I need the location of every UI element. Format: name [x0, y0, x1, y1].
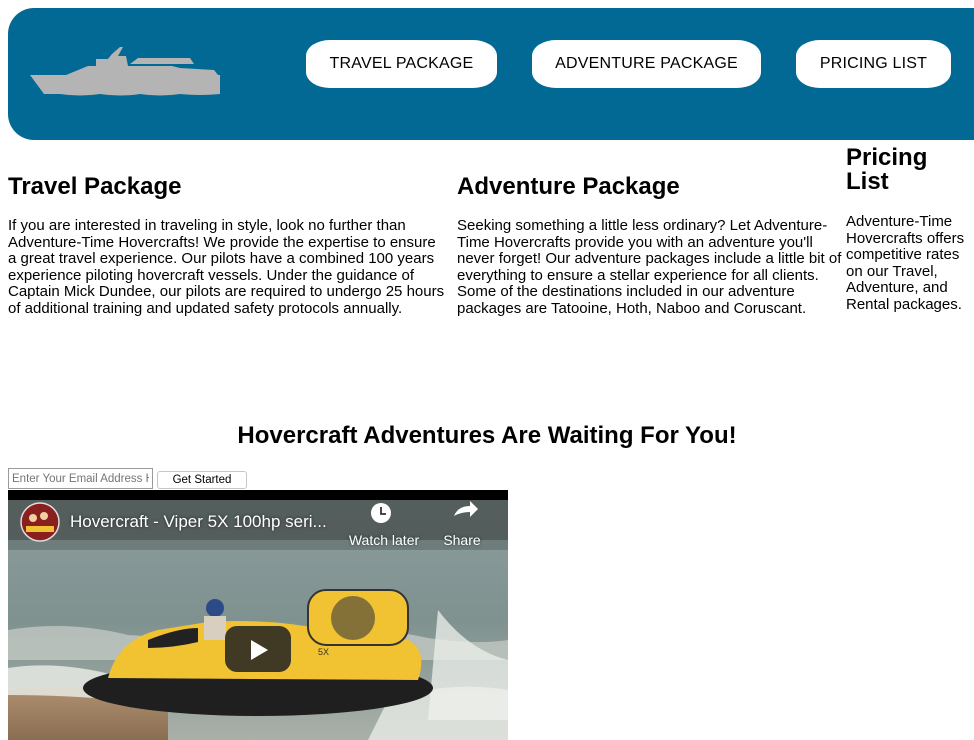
hero-title: Hovercraft Adventures Are Waiting For Yo…: [237, 422, 737, 449]
adventure-title: Adventure Package: [457, 173, 680, 200]
ship-icon: [30, 47, 220, 96]
nav-pricing-list[interactable]: PRICING LIST: [796, 40, 951, 88]
watch-later-button[interactable]: Watch later: [344, 532, 424, 548]
video-title[interactable]: Hovercraft - Viper 5X 100hp seri...: [70, 512, 327, 532]
travel-text: If you are interested in traveling in st…: [8, 217, 445, 317]
nav-travel-package[interactable]: TRAVEL PACKAGE: [306, 40, 497, 88]
share-button[interactable]: Share: [432, 532, 492, 548]
video-player[interactable]: 5X Hovercraft - Viper 5X 100hp seri... W…: [8, 490, 508, 740]
travel-section: Travel Package If you are interested in …: [8, 175, 448, 318]
email-input[interactable]: [8, 468, 153, 489]
share-label: Share: [443, 532, 481, 548]
pricing-title: Pricing List: [846, 144, 928, 195]
pricing-text: Adventure-Time Hovercrafts offers compet…: [846, 213, 965, 313]
site-header: TRAVEL PACKAGE ADVENTURE PACKAGE PRICING…: [8, 8, 974, 140]
pricing-section: Pricing List Adventure-Time Hovercrafts …: [846, 146, 966, 314]
adventure-text: Seeking something a little less ordinary…: [457, 217, 842, 317]
watch-later-label: Watch later: [348, 532, 420, 548]
adventure-section: Adventure Package Seeking something a li…: [457, 175, 845, 318]
travel-title: Travel Package: [8, 173, 182, 200]
svg-text:5X: 5X: [318, 647, 329, 657]
nav-adventure-package[interactable]: ADVENTURE PACKAGE: [532, 40, 761, 88]
get-started-button[interactable]: Get Started: [157, 471, 247, 489]
